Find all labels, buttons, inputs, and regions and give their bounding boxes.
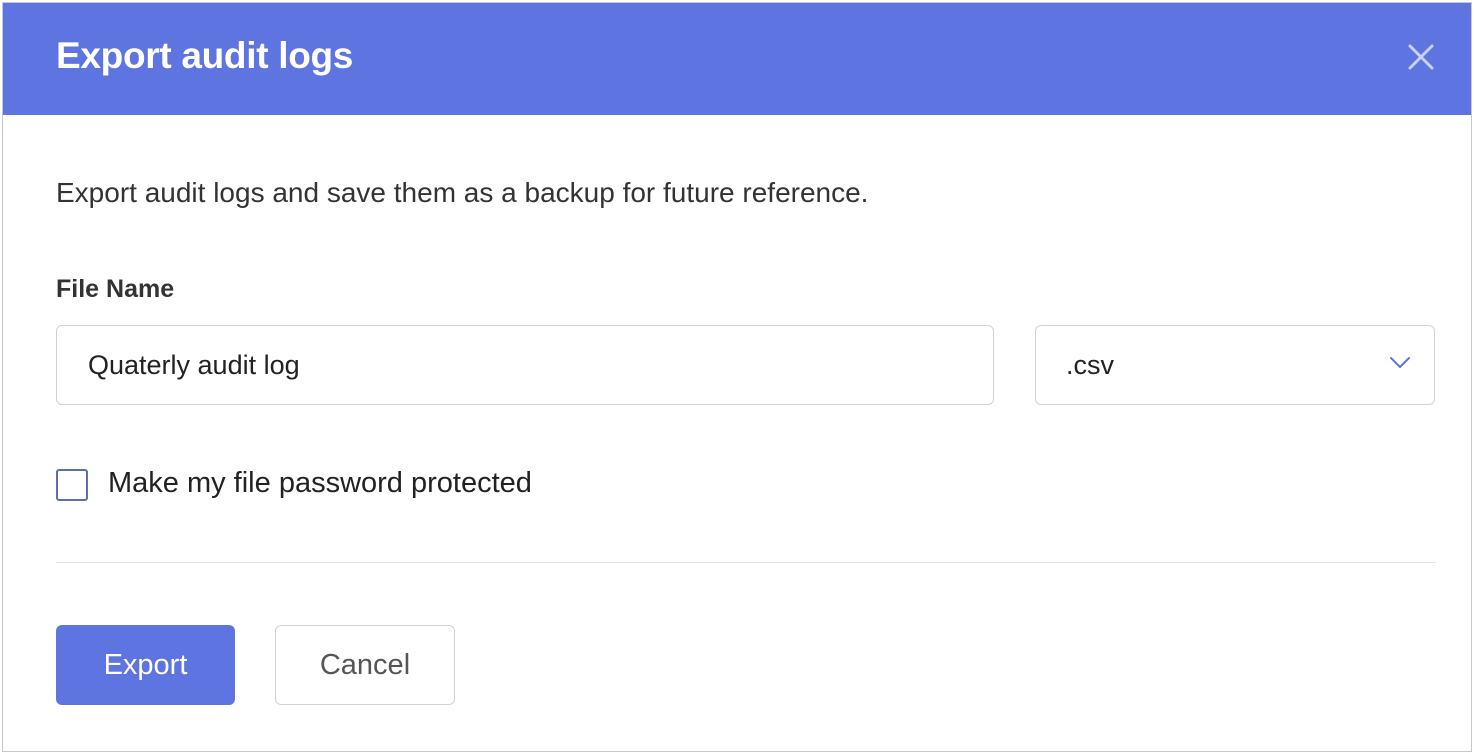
- dialog-title: Export audit logs: [56, 35, 354, 76]
- file-format-value: .csv: [1066, 350, 1115, 380]
- export-button[interactable]: Export: [56, 625, 235, 705]
- password-protect-label[interactable]: Make my file password protected: [108, 467, 532, 500]
- file-format-select[interactable]: .csv: [1035, 325, 1435, 405]
- file-name-input[interactable]: [56, 325, 994, 405]
- close-icon: [1408, 44, 1434, 70]
- password-protect-checkbox[interactable]: [56, 469, 88, 501]
- divider: [56, 562, 1436, 563]
- file-name-label: File Name: [56, 275, 175, 303]
- dialog-description: Export audit logs and save them as a bac…: [56, 177, 869, 208]
- chevron-down-icon: [1390, 357, 1410, 368]
- cancel-button[interactable]: Cancel: [275, 625, 455, 705]
- dialog-header: Export audit logs: [3, 3, 1471, 115]
- close-button[interactable]: [1401, 37, 1441, 77]
- export-audit-logs-dialog: Export audit logs Export audit logs and …: [2, 2, 1472, 752]
